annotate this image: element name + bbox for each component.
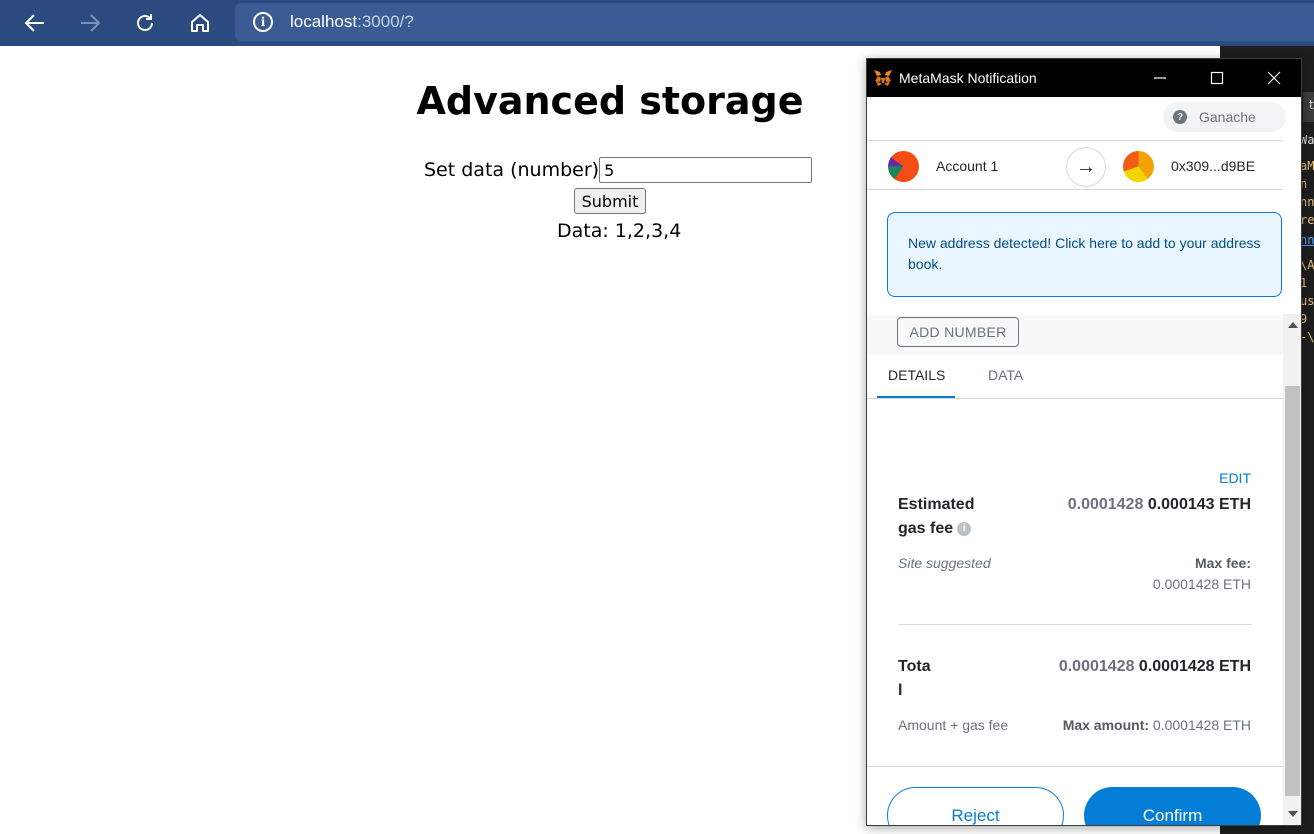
scroll-up-icon[interactable] — [1288, 322, 1298, 328]
address-bar[interactable]: i localhost:3000/? — [235, 3, 1314, 41]
total-amount: 0.0001428 0.0001428 ETH — [1059, 658, 1251, 676]
reload-icon — [137, 14, 153, 31]
browser-toolbar: i localhost:3000/? — [0, 0, 1314, 46]
active-tab-indicator — [877, 396, 955, 398]
submit-button[interactable]: Submit — [574, 188, 646, 214]
terminal-line: aM — [1300, 159, 1314, 173]
gas-fee-label: Estimated gas fee i — [898, 493, 974, 541]
gas-fee-amount: 0.0001428 0.000143 ETH — [1068, 496, 1251, 514]
maximize-icon — [1210, 71, 1223, 85]
arrow-left-icon — [24, 14, 44, 32]
confirmation-content: ? Ganache Account 1 → 0x309...d9BE New a… — [867, 97, 1286, 825]
gas-fee-label-line1: Estimated — [898, 496, 975, 513]
minimize-button[interactable] — [1131, 59, 1188, 97]
sender-avatar — [888, 151, 919, 182]
gas-fee-primary: 0.000143 ETH — [1147, 496, 1251, 513]
window-titlebar: MetaMask Notification — [867, 59, 1301, 97]
reject-button[interactable]: Reject — [887, 787, 1064, 825]
amount-plus-gas-label: Amount + gas fee — [898, 717, 1009, 733]
max-amount-value: 0.0001428 ETH — [1152, 717, 1251, 733]
total-label-line2: l — [898, 682, 903, 699]
sender-account-name[interactable]: Account 1 — [936, 158, 998, 174]
url-path: :3000/? — [357, 12, 414, 31]
question-icon: ? — [1173, 110, 1187, 124]
terminal-line: nn — [1300, 195, 1314, 209]
method-strip: ADD NUMBER — [867, 315, 1283, 355]
info-icon[interactable]: i — [253, 12, 273, 32]
set-data-input[interactable] — [599, 157, 813, 183]
terminal-tab[interactable]: t — [1303, 92, 1314, 122]
arrow-right-icon — [81, 14, 101, 32]
info-icon[interactable]: i — [957, 521, 972, 536]
terminal-line: \A — [1300, 258, 1314, 272]
forward-button[interactable] — [73, 6, 107, 40]
method-name-badge: ADD NUMBER — [897, 317, 1019, 347]
total-primary: 0.0001428 ETH — [1138, 658, 1251, 675]
terminal-line: -\ — [1300, 330, 1314, 344]
url-host: localhost — [290, 12, 358, 31]
edit-gas-link[interactable]: EDIT — [1219, 470, 1251, 486]
max-fee-label: Max fee: — [1194, 555, 1251, 571]
metamask-fox-icon — [873, 69, 893, 87]
maximize-button[interactable] — [1188, 59, 1245, 97]
home-icon — [191, 14, 209, 32]
network-name: Ganache — [1199, 109, 1256, 125]
max-amount: Max amount: 0.0001428 ETH — [1063, 717, 1251, 733]
set-data-label: Set data (number) — [424, 159, 600, 181]
new-address-alert[interactable]: New address detected! Click here to add … — [887, 212, 1282, 297]
site-suggested-label: Site suggested — [898, 555, 991, 571]
close-icon — [1267, 71, 1280, 85]
recipient-address[interactable]: 0x309...d9BE — [1171, 158, 1255, 174]
terminal-line: re — [1300, 213, 1314, 227]
details-tabs: DETAILS DATA — [867, 355, 1283, 399]
action-footer: Reject Confirm — [867, 766, 1283, 825]
minimize-icon — [1153, 77, 1166, 79]
back-button[interactable] — [18, 6, 52, 40]
total-secondary: 0.0001428 — [1058, 658, 1135, 675]
window-title: MetaMask Notification — [899, 70, 1037, 86]
set-data-form: Set data (number) — [424, 157, 813, 183]
gas-fee-label-line2: gas fee — [898, 520, 954, 537]
max-fee-value: 0.0001428 ETH — [1152, 576, 1251, 592]
tab-details[interactable]: DETAILS — [888, 367, 945, 383]
network-indicator[interactable]: ? Ganache — [1163, 102, 1286, 132]
terminal-line: Wa — [1300, 133, 1314, 147]
total-label-line1: Tota — [898, 658, 931, 675]
metamask-window: MetaMask Notification ? Ganache Account … — [866, 58, 1302, 826]
gas-fee-secondary: 0.0001428 — [1067, 496, 1144, 513]
max-amount-label: Max amount: — [1062, 717, 1150, 733]
terminal-line: us — [1300, 294, 1314, 308]
home-button[interactable] — [183, 6, 217, 40]
scrollbar[interactable] — [1283, 314, 1301, 825]
tab-data[interactable]: DATA — [988, 367, 1023, 383]
divider — [898, 624, 1252, 625]
reload-button[interactable] — [128, 6, 162, 40]
data-display: Data: 1,2,3,4 — [557, 220, 682, 242]
terminal-line: nn — [1300, 233, 1314, 247]
total-label: Tota l — [898, 655, 931, 703]
arrow-right-icon: → — [1066, 147, 1106, 187]
confirm-button[interactable]: Confirm — [1084, 787, 1261, 825]
scroll-thumb[interactable] — [1285, 386, 1300, 796]
scroll-down-icon[interactable] — [1288, 811, 1298, 817]
recipient-avatar — [1123, 151, 1154, 182]
sender-recipient-row: Account 1 → 0x309...d9BE — [867, 140, 1283, 190]
close-window-button[interactable] — [1245, 59, 1301, 97]
